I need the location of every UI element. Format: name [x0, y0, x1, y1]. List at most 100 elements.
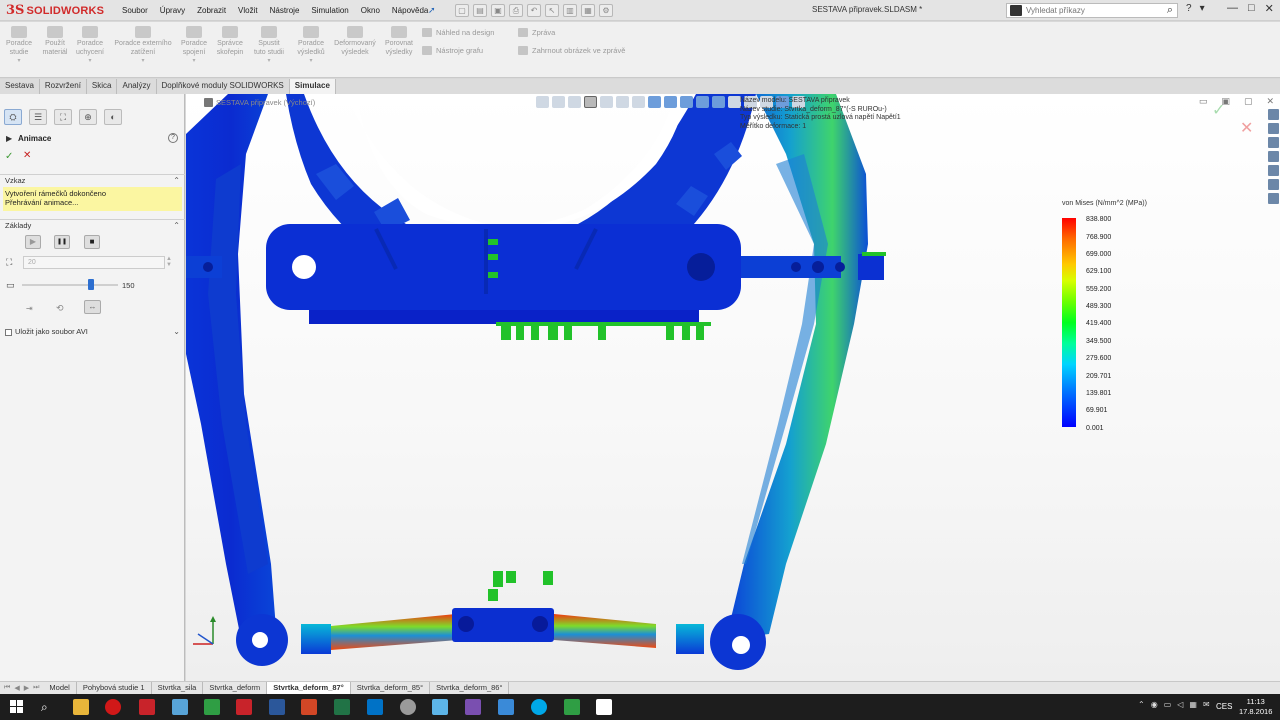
next-tab-arrow-icon[interactable]: ▶ [24, 684, 29, 692]
compare-results-button[interactable]: Porovnat výsledky [382, 26, 416, 57]
viewport-restore-icon[interactable]: ▭ [1199, 96, 1208, 107]
file-properties-icon[interactable]: ▦ [581, 4, 595, 17]
apply-material-button[interactable]: Použít materiál [39, 26, 71, 57]
frames-spinner[interactable]: ▲ ▼ [166, 256, 172, 268]
section-view-icon[interactable] [584, 96, 597, 108]
menu-edit[interactable]: Úpravy [154, 6, 191, 15]
tab-layout[interactable]: Rozvržení [40, 79, 87, 94]
study-advisor-button[interactable]: Poradce studie ▾ [5, 26, 33, 66]
speed-slider-thumb[interactable] [88, 279, 94, 290]
save-avi-checkbox[interactable]: Uložit jako soubor AVI [5, 326, 88, 338]
help-icon[interactable]: ? [168, 133, 178, 143]
tab-assembly[interactable]: Sestava [0, 79, 40, 94]
file-explorer-icon[interactable] [73, 699, 89, 715]
home-icon[interactable] [1267, 109, 1279, 120]
keyboard-icon[interactable]: ▦ [1189, 700, 1197, 709]
results-advisor-button[interactable]: Poradce výsledků ▾ [294, 26, 328, 66]
new-document-icon[interactable]: ▢ [455, 4, 469, 17]
play-once-icon[interactable]: ⇥ [26, 304, 33, 313]
tab-study-deform-85[interactable]: Stvrtka_deform_85° [351, 682, 431, 694]
hide-show-icon[interactable] [648, 96, 661, 108]
taskbar-search-icon[interactable]: ⌕ [41, 700, 48, 715]
library-icon[interactable] [1267, 123, 1279, 134]
save-icon[interactable]: ▣ [491, 4, 505, 17]
menu-file[interactable]: Soubor [116, 6, 154, 15]
flyout-tree-node[interactable]: SESTAVA připravek (Výchozí) [204, 98, 315, 107]
menu-window[interactable]: Okno [355, 6, 386, 15]
edge-browser-icon[interactable] [204, 699, 220, 715]
menu-view[interactable]: Zobrazit [191, 6, 232, 15]
solidworks-taskbar-icon[interactable] [139, 699, 155, 715]
checkbox-box[interactable] [5, 328, 12, 336]
feature-tree-tab-icon[interactable]: ⛭ [4, 109, 22, 125]
options-gear-icon[interactable]: ⚙ [599, 4, 613, 17]
camtasia-icon[interactable] [564, 699, 580, 715]
design-insight-button[interactable]: Náhled na design [422, 28, 494, 37]
dynamic-annotation-icon[interactable] [600, 96, 613, 108]
expand-icon[interactable]: ⌄ [173, 326, 180, 338]
tab-simulation[interactable]: Simulace [289, 79, 336, 94]
viewport-close-icon[interactable]: ✕ [1266, 96, 1274, 107]
pause-button[interactable]: ❚❚ [54, 235, 70, 249]
property-manager-tab-icon[interactable]: ☰ [29, 109, 47, 125]
tab-model[interactable]: Model [43, 682, 77, 694]
collapse-icon[interactable]: ⌃ [173, 220, 180, 232]
tab-study-deform-87[interactable]: Stvrtka_deform_87° [267, 682, 351, 694]
open-document-icon[interactable]: ▤ [473, 4, 487, 17]
tab-motion-study[interactable]: Pohybová studie 1 [77, 682, 152, 694]
view-palette-icon[interactable] [1267, 151, 1279, 162]
prev-tab-arrow-icon[interactable]: ◀ [14, 684, 19, 692]
connections-advisor-button[interactable]: Poradce spojení ▾ [178, 26, 210, 66]
notification-icon[interactable]: ✉ [1203, 700, 1210, 709]
print-icon[interactable]: ⎙ [509, 4, 523, 17]
file-explorer-icon[interactable] [1267, 137, 1279, 148]
tab-study-deform[interactable]: Stvrtka_deform [203, 682, 268, 694]
opera-browser-icon[interactable] [105, 699, 121, 715]
plot-tools-button[interactable]: Nástroje grafu [422, 46, 483, 55]
configuration-manager-tab-icon[interactable]: ⛶ [54, 109, 72, 125]
zoom-area-icon[interactable] [552, 96, 565, 108]
menu-insert[interactable]: Vložit [232, 6, 264, 15]
minimize-icon[interactable]: — [1227, 2, 1238, 15]
message-section-header[interactable]: Vzkaz ⌃ [0, 174, 185, 186]
command-search-input[interactable] [1026, 6, 1146, 15]
menu-simulation[interactable]: Simulation [305, 6, 354, 15]
last-tab-arrow-icon[interactable]: ⏭ [33, 684, 39, 692]
app-taskbar-icon[interactable] [172, 699, 188, 715]
command-search[interactable]: ⌕ [1006, 3, 1178, 18]
dimxpert-tab-icon[interactable]: ⊕ [79, 109, 97, 125]
app-icon[interactable] [465, 699, 481, 715]
display-style-icon[interactable] [632, 96, 645, 108]
close-icon[interactable]: ✕ [1265, 2, 1274, 15]
taskbar-clock[interactable]: 11:13 17.8.2016 [1239, 697, 1272, 717]
view-settings-icon[interactable] [696, 96, 709, 108]
search-magnifier-icon[interactable]: ⌕ [1167, 4, 1173, 17]
word-icon[interactable] [269, 699, 285, 715]
maximize-icon[interactable]: □ [1248, 2, 1255, 15]
tab-study-sila[interactable]: Stvrtka_sila [152, 682, 204, 694]
ok-button[interactable]: ✓ [5, 151, 13, 162]
stress-legend[interactable]: von Mises (N/mm^2 (MPa)) 838.800 768.900… [1062, 200, 1147, 432]
excel-icon[interactable] [334, 699, 350, 715]
view-orientation-icon[interactable] [616, 96, 629, 108]
reciprocate-icon[interactable]: ↔ [84, 300, 101, 314]
edit-appearance-icon[interactable] [664, 96, 677, 108]
fixtures-advisor-button[interactable]: Poradce uchycení ▾ [74, 26, 106, 66]
pin-menu-icon[interactable]: ➚ [428, 5, 438, 15]
cancel-button[interactable]: ✕ [23, 150, 31, 161]
save-avi-section[interactable]: Uložit jako soubor AVI ⌄ [0, 326, 185, 338]
menu-tools[interactable]: Nástroje [264, 6, 306, 15]
collapse-icon[interactable]: ⌃ [173, 175, 180, 187]
app-icon[interactable] [596, 699, 612, 715]
graphics-area[interactable]: SESTAVA připravek (Výchozí) Název modelu… [186, 94, 1280, 681]
undo-icon[interactable]: ↶ [527, 4, 541, 17]
skype-icon[interactable] [531, 699, 547, 715]
help-dropdown-icon[interactable]: ▾ [1200, 3, 1205, 14]
appearances-icon[interactable] [1267, 165, 1279, 176]
tab-study-deform-86[interactable]: Stvrtka_deform_86° [430, 682, 510, 694]
start-windows-icon[interactable] [10, 700, 24, 714]
tab-sketch[interactable]: Skica [87, 79, 118, 94]
custom-properties-icon[interactable] [1267, 179, 1279, 190]
rebuild-icon[interactable]: ▥ [563, 4, 577, 17]
shell-manager-button[interactable]: Správce skořepin [214, 26, 246, 57]
